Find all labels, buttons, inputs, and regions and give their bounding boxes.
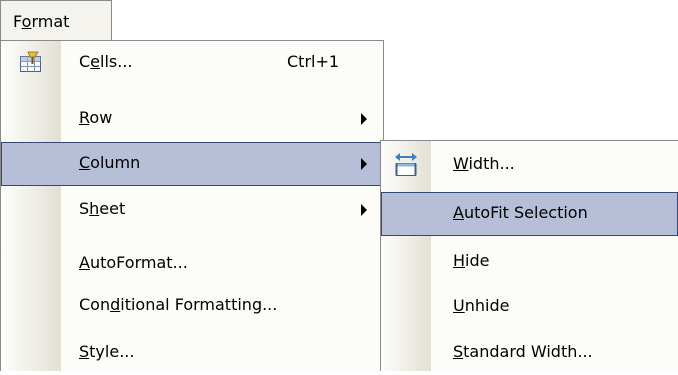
submenu-item-autofit-selection[interactable]: AutoFit Selection bbox=[381, 192, 678, 236]
submenu-item-standard-width-label: Standard Width... bbox=[453, 342, 593, 361]
submenu-arrow-icon bbox=[361, 204, 367, 216]
column-submenu: Width... AutoFit Selection Hide Unhide S… bbox=[380, 140, 678, 371]
menu-item-sheet-label: Sheet bbox=[79, 199, 126, 218]
format-menu-title-accelerator: o bbox=[21, 12, 32, 31]
menu-item-cells-label: Cells... bbox=[79, 52, 133, 71]
menu-item-row[interactable]: Row bbox=[1, 97, 383, 141]
submenu-item-unhide[interactable]: Unhide bbox=[381, 285, 678, 329]
submenu-arrow-icon bbox=[361, 113, 367, 125]
format-menu-title-prefix: F bbox=[13, 12, 22, 31]
menu-item-row-label: Row bbox=[79, 108, 113, 127]
column-width-icon bbox=[393, 151, 419, 181]
menu-item-style-label: Style... bbox=[79, 342, 135, 361]
menu-item-conditional-formatting[interactable]: Conditional Formatting... bbox=[1, 284, 383, 328]
menu-item-column[interactable]: Column bbox=[1, 142, 383, 186]
submenu-item-width[interactable]: Width... bbox=[381, 143, 678, 187]
format-dropdown-menu: Cells... Ctrl+1 Row Column Sheet AutoFor… bbox=[0, 40, 384, 371]
menu-item-column-label: Column bbox=[79, 153, 141, 172]
menu-item-sheet[interactable]: Sheet bbox=[1, 188, 383, 232]
submenu-item-hide[interactable]: Hide bbox=[381, 240, 678, 284]
menu-item-conditional-formatting-label: Conditional Formatting... bbox=[79, 295, 278, 314]
menu-item-autoformat-label: AutoFormat... bbox=[79, 253, 188, 272]
submenu-item-hide-label: Hide bbox=[453, 251, 490, 270]
format-cells-icon bbox=[19, 51, 43, 77]
format-menu-title-suffix: rmat bbox=[31, 12, 70, 31]
submenu-arrow-icon bbox=[361, 158, 367, 170]
menu-item-style[interactable]: Style... bbox=[1, 331, 383, 375]
submenu-item-autofit-selection-label: AutoFit Selection bbox=[453, 203, 588, 222]
menu-item-cells[interactable]: Cells... Ctrl+1 bbox=[1, 41, 383, 85]
submenu-item-width-label: Width... bbox=[453, 154, 515, 173]
submenu-item-unhide-label: Unhide bbox=[453, 296, 510, 315]
menu-item-cells-shortcut: Ctrl+1 bbox=[287, 52, 340, 71]
submenu-item-standard-width[interactable]: Standard Width... bbox=[381, 331, 678, 375]
format-menu-title[interactable]: Format bbox=[0, 0, 112, 41]
menu-item-autoformat[interactable]: AutoFormat... bbox=[1, 242, 383, 286]
